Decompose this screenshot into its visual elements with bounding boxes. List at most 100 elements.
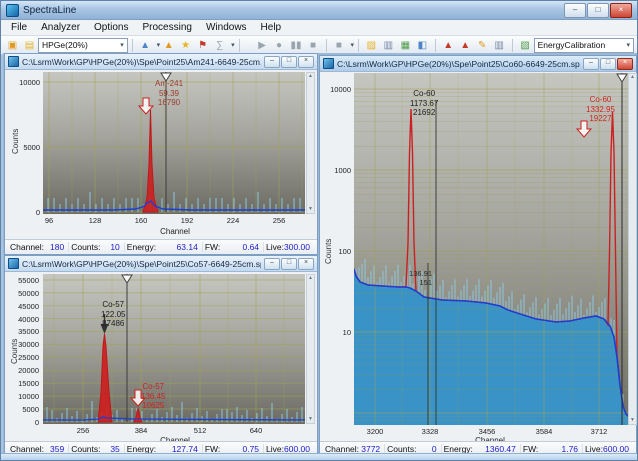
scroll-down-icon[interactable]: ▼	[629, 417, 636, 424]
plot-scrollbar[interactable]: ▲ ▼	[306, 72, 315, 214]
peak-area: 21692	[410, 108, 438, 118]
minimize-button[interactable]: –	[564, 3, 586, 18]
image-icon[interactable]: ▦	[397, 38, 414, 53]
maximize-button[interactable]: □	[587, 3, 609, 18]
nuclide-flag-icon[interactable]: ⚑	[194, 38, 211, 53]
x-axis-label: Channel	[125, 227, 225, 236]
calibration-icon[interactable]: ▧	[517, 38, 534, 53]
peak-search-icon[interactable]: ▲	[160, 38, 177, 53]
edit-calibration-icon[interactable]: ✎	[474, 38, 491, 53]
peak-marker-icon[interactable]: ▲	[440, 38, 457, 53]
scroll-up-icon[interactable]: ▲	[629, 74, 636, 81]
roi-value-2: 151	[396, 278, 432, 287]
menu-analyzer[interactable]: Analyzer	[34, 22, 87, 33]
report-icon[interactable]: ▥	[491, 38, 508, 53]
y-tick: 30000	[11, 340, 39, 349]
peak-nuclide: Co-57	[101, 300, 125, 310]
status-counts-value: 10	[110, 242, 119, 252]
window-maximize-button[interactable]: □	[600, 58, 616, 70]
y-tick: 10	[323, 328, 351, 337]
scroll-down-icon[interactable]: ▼	[307, 416, 314, 423]
spectrum-plot-co60[interactable]: Co-60 1173.67 21692 Co-60 1332.95 19227 …	[354, 73, 628, 425]
y-tick: 1000	[323, 166, 351, 175]
efficiency-icon[interactable]: ★	[177, 38, 194, 53]
peak-energy: 1173.67	[410, 99, 438, 109]
menu-windows[interactable]: Windows	[199, 22, 254, 33]
menu-processing[interactable]: Processing	[136, 22, 199, 33]
scroll-up-icon[interactable]: ▲	[307, 73, 314, 80]
spectrum-plot-am241[interactable]: Am-241 59.39 16790	[43, 72, 305, 214]
sum-icon[interactable]: ∑	[211, 38, 228, 53]
peak-nuclide: Am-241	[155, 79, 183, 89]
calibration-select[interactable]: EnergyCalibration▾	[534, 38, 634, 53]
scroll-down-icon[interactable]: ▼	[307, 206, 314, 213]
export-icon[interactable]: ◧	[414, 38, 431, 53]
x-tick: 128	[80, 216, 110, 225]
mdi-client-area: C:\Lsrm\Work\GP\HPGe(20%)\Spe\Point25\Am…	[3, 53, 637, 456]
window-titlebar-co57[interactable]: C:\Lsrm\Work\GP\HPGe(20%)\Spe\Point25\Co…	[5, 256, 317, 272]
plot-scrollbar[interactable]: ▲ ▼	[628, 73, 637, 425]
detector-select[interactable]: HPGe(20%)▾	[38, 38, 128, 53]
y-tick: 10000	[323, 85, 351, 94]
detector-select-value: HPGe(20%)	[42, 40, 88, 50]
menu-file[interactable]: File	[4, 22, 34, 33]
window-close-button[interactable]: ×	[298, 258, 314, 270]
menu-help[interactable]: Help	[254, 22, 289, 33]
x-tick: 3200	[360, 427, 390, 436]
window-titlebar-co60[interactable]: C:\Lsrm\Work\GP\HPGe(20%)\Spe\Point25\Co…	[320, 56, 636, 72]
calibration-select-value: EnergyCalibration	[538, 40, 606, 50]
peak-area: 10625	[141, 401, 165, 411]
peak-area: 19227	[586, 114, 615, 124]
y-tick: 10000	[12, 78, 40, 87]
sum-dropdown-icon[interactable]: ▾	[231, 41, 235, 49]
menu-options[interactable]: Options	[87, 22, 135, 33]
window-minimize-button[interactable]: –	[264, 258, 280, 270]
window-close-button[interactable]: ×	[298, 56, 314, 68]
close-button[interactable]: ×	[610, 3, 632, 18]
x-tick: 3456	[472, 427, 502, 436]
save-spectrum-icon[interactable]: ▥	[380, 38, 397, 53]
app-titlebar[interactable]: SpectraLine – □ ×	[1, 1, 637, 20]
window-titlebar-am241[interactable]: C:\Lsrm\Work\GP\HPGe(20%)\Spe\Point25\Am…	[5, 54, 317, 70]
roi-label: 136.91 151	[396, 269, 432, 287]
window-maximize-button[interactable]: □	[281, 56, 297, 68]
stop-all-dropdown-icon[interactable]: ▾	[350, 41, 354, 49]
spectrum-plot-co57[interactable]: Co-57 122.05 87486 Co-57 136.45 10625	[43, 274, 305, 424]
window-minimize-button[interactable]: –	[264, 56, 280, 68]
status-counts-label: Counts:	[71, 242, 100, 252]
scroll-up-icon[interactable]: ▲	[307, 275, 314, 282]
cascade-spectra-icon[interactable]: ▣	[4, 38, 21, 53]
library-icon[interactable]: ▤	[21, 38, 38, 53]
status-channel-value: 180	[50, 242, 64, 252]
spectrum-file-icon	[8, 56, 19, 67]
stop-all-button[interactable]: ■	[330, 38, 347, 53]
window-title: C:\Lsrm\Work\GP\HPGe(20%)\Spe\Point25\Co…	[22, 259, 261, 269]
peak-fit-icon[interactable]: ▲	[457, 38, 474, 53]
stop-button[interactable]: ■	[305, 38, 322, 53]
status-channel-label: Channel:	[10, 242, 44, 252]
peak-nuclide: Co-57	[141, 382, 165, 392]
x-tick: 192	[172, 216, 202, 225]
roi-value-1: 136.91	[396, 269, 432, 278]
record-button[interactable]: ●	[271, 38, 288, 53]
cursor-marker[interactable]	[617, 74, 627, 82]
status-live-label: Live:	[266, 242, 284, 252]
plot-scrollbar[interactable]: ▲ ▼	[306, 274, 315, 424]
spectrum-file-icon	[323, 58, 334, 69]
window-minimize-button[interactable]: –	[583, 58, 599, 70]
window-maximize-button[interactable]: □	[281, 258, 297, 270]
peak-energy: 136.45	[141, 392, 165, 402]
identify-peaks-icon[interactable]: ▲	[137, 38, 154, 53]
window-close-button[interactable]: ×	[617, 58, 633, 70]
peak-label-co60-main: Co-60 1173.67 21692	[410, 89, 438, 118]
start-acquisition-button[interactable]: ▶	[254, 38, 271, 53]
x-tick: 3712	[584, 427, 614, 436]
pause-button[interactable]: ▮▮	[288, 38, 305, 53]
cursor-marker[interactable]	[122, 275, 132, 283]
peak-energy: 1332.95	[586, 105, 615, 115]
peak-energy: 122.05	[101, 310, 125, 320]
window-title: C:\Lsrm\Work\GP\HPGe(20%)\Spe\Point25\Am…	[22, 57, 261, 67]
open-spectrum-icon[interactable]: ▨	[363, 38, 380, 53]
co57-main-peak	[98, 334, 112, 422]
peak-label-am241: Am-241 59.39 16790	[155, 79, 183, 108]
